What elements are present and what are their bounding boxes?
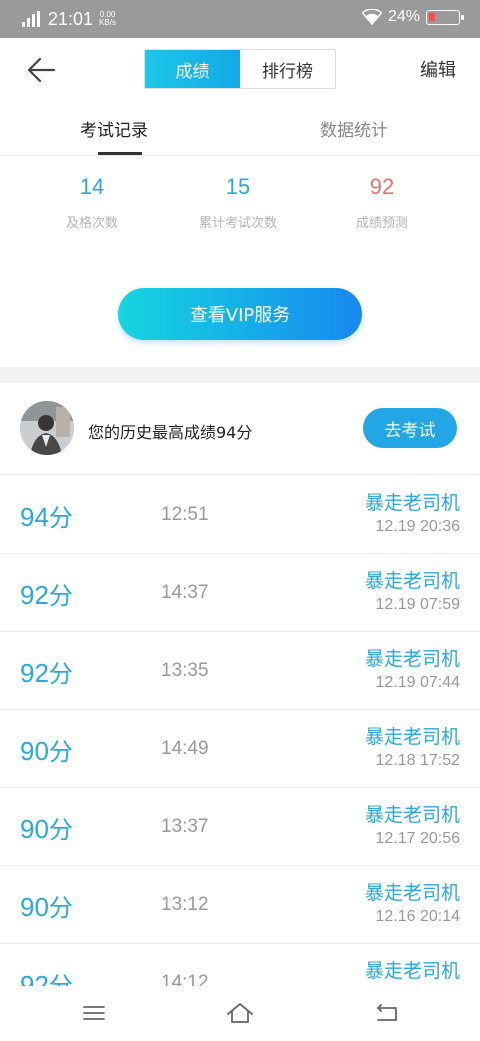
signal-icon: [22, 11, 42, 27]
list-item[interactable]: 92分 14:37 暴走老司机 12.19 07:59: [0, 554, 480, 632]
active-tab-indicator: [98, 152, 142, 155]
record-title: 暴走老司机: [364, 570, 460, 592]
record-score-unit: 分: [48, 504, 73, 532]
record-score-unit: 分: [48, 972, 73, 986]
record-date: 12.19 07:44: [375, 674, 460, 691]
record-score-value: 92: [20, 580, 49, 610]
top-header: 成绩 排行榜 编辑: [0, 38, 480, 102]
list-item[interactable]: 92分 14:12 暴走老司机: [0, 944, 480, 986]
stat-label: 及格次数: [65, 216, 118, 231]
list-item[interactable]: 94分 12:51 暴走老司机 12.19 20:36: [0, 476, 480, 554]
record-title: 暴走老司机: [364, 492, 460, 514]
go-exam-button[interactable]: 去考试: [363, 408, 457, 448]
section-divider: [0, 367, 480, 383]
record-score-unit: 分: [48, 738, 73, 766]
avatar-image: [20, 401, 74, 455]
record-score-value: 90: [20, 814, 49, 844]
arrow-left-icon: [27, 57, 56, 83]
list-item[interactable]: 92分 13:35 暴走老司机 12.19 07:44: [0, 632, 480, 710]
record-score-value: 94: [20, 502, 49, 532]
return-icon: [377, 1004, 397, 1021]
status-bar: 21:01 0.00 KB/s 24%: [0, 0, 480, 38]
record-score-unit: 分: [48, 582, 73, 610]
record-score: 92分: [20, 654, 73, 689]
record-title: 暴走老司机: [364, 726, 460, 748]
stat-total-exams: 15 累计考试次数: [168, 174, 308, 231]
record-score-unit: 分: [48, 660, 73, 688]
record-title: 暴走老司机: [364, 882, 460, 904]
record-score-unit: 分: [48, 816, 73, 844]
record-score-value: 90: [20, 892, 49, 922]
record-title: 暴走老司机: [364, 648, 460, 670]
menu-icon: [83, 1006, 105, 1020]
back-button[interactable]: [24, 52, 60, 88]
record-date: 12.19 20:36: [375, 518, 460, 535]
record-date: 12.19 07:59: [375, 596, 460, 613]
stat-label: 成绩预测: [355, 216, 408, 231]
home-button[interactable]: [225, 998, 255, 1028]
record-score: 94分: [20, 498, 73, 533]
status-right: 24%: [361, 8, 464, 26]
record-duration: 12:51: [161, 504, 209, 525]
record-score-value: 90: [20, 736, 49, 766]
record-score: 90分: [20, 810, 73, 845]
stat-value: 15: [225, 174, 251, 199]
record-duration: 13:35: [161, 660, 209, 681]
edit-button[interactable]: 编辑: [420, 56, 456, 82]
stat-value: 14: [79, 174, 105, 199]
battery-percent: 24%: [387, 8, 420, 25]
status-left: 21:01 0.00 KB/s: [22, 8, 116, 30]
record-duration: 14:49: [161, 738, 209, 759]
record-duration: 14:37: [161, 582, 209, 603]
wifi-icon: [361, 9, 382, 25]
stat-pass-count: 14 及格次数: [22, 174, 162, 231]
best-score-text: 您的历史最高成绩94分: [88, 423, 253, 442]
tab-data-stats[interactable]: 数据统计: [320, 116, 388, 141]
network-speed-unit: KB/s: [99, 18, 116, 27]
tab-scores[interactable]: 成绩: [145, 50, 240, 88]
record-title: 暴走老司机: [364, 960, 460, 982]
home-icon: [227, 1003, 253, 1023]
record-score-value: 92: [20, 970, 49, 986]
stat-label: 累计考试次数: [198, 216, 277, 231]
tab-leaderboard[interactable]: 排行榜: [240, 50, 335, 88]
record-date: 12.16 20:14: [375, 908, 460, 925]
record-duration: 14:12: [161, 972, 209, 986]
stat-value: 92: [369, 174, 395, 199]
list-item[interactable]: 90分 13:12 暴走老司机 12.16 20:14: [0, 866, 480, 944]
view-switch: 成绩 排行榜: [144, 49, 336, 89]
best-score-row: 您的历史最高成绩94分 去考试: [0, 383, 480, 475]
record-duration: 13:37: [161, 816, 209, 837]
record-score: 92分: [20, 576, 73, 611]
battery-icon: [426, 9, 464, 25]
record-score-value: 92: [20, 658, 49, 688]
status-time: 21:01: [48, 9, 94, 29]
record-date: 12.18 17:52: [375, 752, 460, 769]
list-item[interactable]: 90分 14:49 暴走老司机 12.18 17:52: [0, 710, 480, 788]
record-score: 90分: [20, 888, 73, 923]
record-score-unit: 分: [48, 894, 73, 922]
record-tabs: 考试记录 数据统计: [0, 102, 480, 156]
battery-level: [429, 12, 435, 21]
vip-service-button[interactable]: 查看VIP服务: [118, 288, 362, 340]
tab-exam-records[interactable]: 考试记录: [80, 116, 148, 141]
exam-record-list[interactable]: 94分 12:51 暴走老司机 12.19 20:36 92分 14:37 暴走…: [0, 476, 480, 986]
stat-score-prediction: 92 成绩预测: [312, 174, 452, 231]
record-score: 90分: [20, 732, 73, 767]
return-button[interactable]: [372, 998, 402, 1028]
record-title: 暴走老司机: [364, 804, 460, 826]
menu-button[interactable]: [79, 998, 109, 1028]
record-duration: 13:12: [161, 894, 209, 915]
record-score: 92分: [20, 966, 73, 986]
record-date: 12.17 20:56: [375, 830, 460, 847]
list-item[interactable]: 90分 13:37 暴走老司机 12.17 20:56: [0, 788, 480, 866]
system-nav-bar: [0, 986, 480, 1041]
network-speed: 0.00 KB/s: [99, 11, 116, 27]
avatar: [20, 401, 74, 455]
